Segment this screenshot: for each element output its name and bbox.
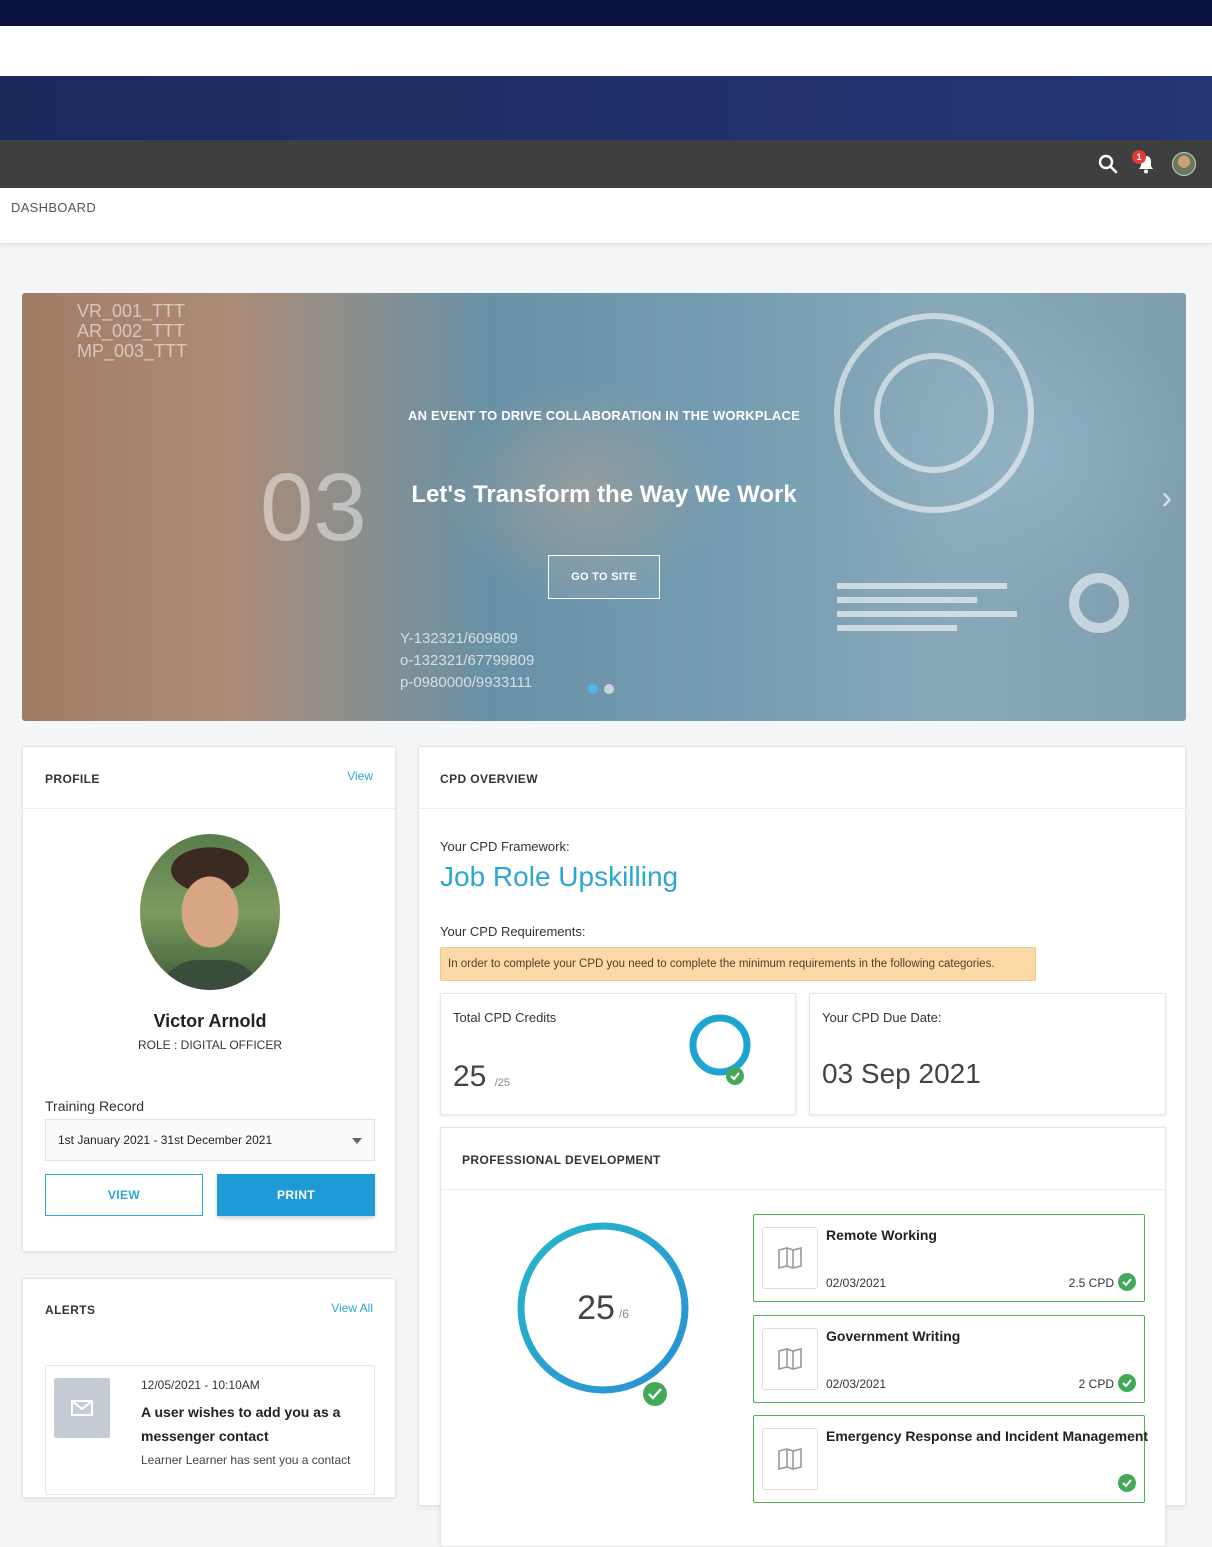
print-button[interactable]: PRINT <box>217 1174 375 1216</box>
breadcrumb-bar: DASHBOARD <box>0 188 1212 244</box>
cpd-framework-value: Job Role Upskilling <box>440 861 679 892</box>
profile-title: PROFILE <box>45 772 100 786</box>
alert-item[interactable]: 12/05/2021 - 10:10AM A user wishes to ad… <box>45 1365 375 1495</box>
hero-code-line: o-132321/67799809 <box>400 652 535 669</box>
training-record-label: Training Record <box>45 1098 145 1114</box>
carousel-next-icon[interactable]: › <box>1161 479 1172 516</box>
course-credit: 2.5 CPD <box>1068 1276 1114 1290</box>
notification-bell-icon[interactable]: 1 <box>1132 150 1158 176</box>
hero-eyebrow: AN EVENT TO DRIVE COLLABORATION IN THE W… <box>408 408 800 423</box>
course-card[interactable]: Government Writing 02/03/2021 2 CPD <box>753 1315 1145 1403</box>
book-icon <box>762 1328 818 1390</box>
cpd-requirements-note: In order to complete your CPD you need t… <box>440 947 1036 981</box>
profile-name: Victor Arnold <box>153 1011 267 1031</box>
app-bar: 1 <box>0 140 1212 188</box>
user-avatar[interactable] <box>1172 152 1196 176</box>
alerts-header: ALERTS View All <box>23 1279 395 1341</box>
alert-title: A user wishes to add you as a messenger … <box>141 1404 341 1444</box>
book-icon <box>762 1428 818 1490</box>
envelope-icon <box>54 1378 110 1438</box>
hud-line: AR_002_TTT <box>77 321 186 341</box>
cpd-requirements-label: Your CPD Requirements: <box>440 924 586 939</box>
header-band <box>0 76 1212 140</box>
total-cpd-credits-tile: Total CPD Credits 25 /25 <box>440 993 796 1115</box>
cpd-framework-label: Your CPD Framework: <box>440 839 570 854</box>
alerts-title: ALERTS <box>45 1303 96 1317</box>
alerts-card: ALERTS View All 12/05/2021 - 10:10AM A u… <box>22 1278 396 1498</box>
hero-hud-text: VR_001_TTT AR_002_TTT MP_003_TTT <box>77 301 187 361</box>
course-date: 02/03/2021 <box>826 1377 887 1391</box>
carousel-dots <box>588 684 614 694</box>
pd-value: 25/6 <box>511 1216 695 1400</box>
pd-number: 25 <box>577 1288 615 1327</box>
course-title: Remote Working <box>826 1227 937 1243</box>
cpd-header: CPD OVERVIEW <box>419 747 1185 809</box>
course-credit: 2 CPD <box>1078 1377 1114 1391</box>
cpd-due-label: Your CPD Due Date: <box>822 1010 942 1025</box>
hero-code-line: p-0980000/9933111 <box>400 674 533 691</box>
hero-hud-donut <box>1069 573 1129 633</box>
search-icon[interactable] <box>1096 152 1120 176</box>
view-button[interactable]: VIEW <box>45 1174 203 1216</box>
check-circle-icon <box>1118 1273 1136 1291</box>
course-card[interactable]: Remote Working 02/03/2021 2.5 CPD <box>753 1214 1145 1302</box>
profile-role: ROLE : DIGITAL OFFICER <box>137 1038 283 1052</box>
course-card[interactable]: Emergency Response and Incident Manageme… <box>753 1415 1149 1503</box>
go-to-site-button[interactable]: GO TO SITE <box>548 555 660 599</box>
carousel-dot[interactable] <box>588 684 598 694</box>
professional-development-panel: PROFESSIONAL DEVELOPMENT 25/6 Remote Wor… <box>440 1127 1166 1547</box>
carousel-dot[interactable] <box>604 684 614 694</box>
hud-line: MP_003_TTT <box>77 341 188 361</box>
cpd-title: CPD OVERVIEW <box>440 772 538 786</box>
hud-line: VR_001_TTT <box>77 301 186 321</box>
total-cpd-ring <box>689 1014 751 1085</box>
cpd-overview-card: CPD OVERVIEW Your CPD Framework: Job Rol… <box>418 746 1186 1547</box>
pd-title: PROFESSIONAL DEVELOPMENT <box>462 1153 661 1167</box>
page-gap <box>0 26 1212 76</box>
profile-header: PROFILE View <box>23 747 395 809</box>
training-period-select[interactable]: 1st January 2021 - 31st December 2021 <box>45 1119 375 1161</box>
cpd-due-date-tile: Your CPD Due Date: 03 Sep 2021 <box>809 993 1166 1115</box>
hero-headline: Let's Transform the Way We Work <box>411 481 797 508</box>
training-period-value: 1st January 2021 - 31st December 2021 <box>58 1133 273 1147</box>
hero-codes: Y-132321/609809 o-132321/67799809 p-0980… <box>400 628 534 694</box>
profile-view-link[interactable]: View <box>347 769 373 783</box>
course-title: Emergency Response and Incident Manageme… <box>826 1428 1149 1444</box>
top-banner <box>0 0 1212 26</box>
check-circle-icon <box>726 1067 744 1085</box>
notification-count-badge: 1 <box>1132 150 1146 164</box>
cpd-due-value: 03 Sep 2021 <box>822 1058 981 1089</box>
course-date: 02/03/2021 <box>826 1276 887 1290</box>
alert-time: 12/05/2021 - 10:10AM <box>141 1378 260 1392</box>
pd-header: PROFESSIONAL DEVELOPMENT <box>441 1128 1165 1190</box>
alerts-view-all-link[interactable]: View All <box>331 1301 373 1315</box>
hero-code-line: Y-132321/609809 <box>400 630 518 647</box>
pd-max: /6 <box>618 1307 629 1321</box>
hero-hud-bars <box>837 583 1027 639</box>
app-bar-icons: 1 <box>1096 150 1196 176</box>
breadcrumb: DASHBOARD <box>11 200 97 215</box>
hero-carousel: VR_001_TTT AR_002_TTT MP_003_TTT 03 Y-13… <box>22 293 1186 721</box>
chevron-down-icon <box>352 1138 362 1144</box>
alert-body: Learner Learner has sent you a contact <box>141 1453 351 1467</box>
check-circle-icon <box>1118 1374 1136 1392</box>
total-cpd-max: /25 <box>494 1077 511 1089</box>
course-title: Government Writing <box>826 1328 961 1344</box>
total-cpd-label: Total CPD Credits <box>453 1010 557 1025</box>
profile-card: PROFILE View Victor Arnold ROLE : DIGITA… <box>22 746 396 1252</box>
book-icon <box>762 1227 818 1289</box>
total-cpd-value: 25 /25 <box>453 1060 510 1094</box>
total-cpd-number: 25 <box>453 1060 487 1093</box>
profile-photo <box>140 834 280 990</box>
